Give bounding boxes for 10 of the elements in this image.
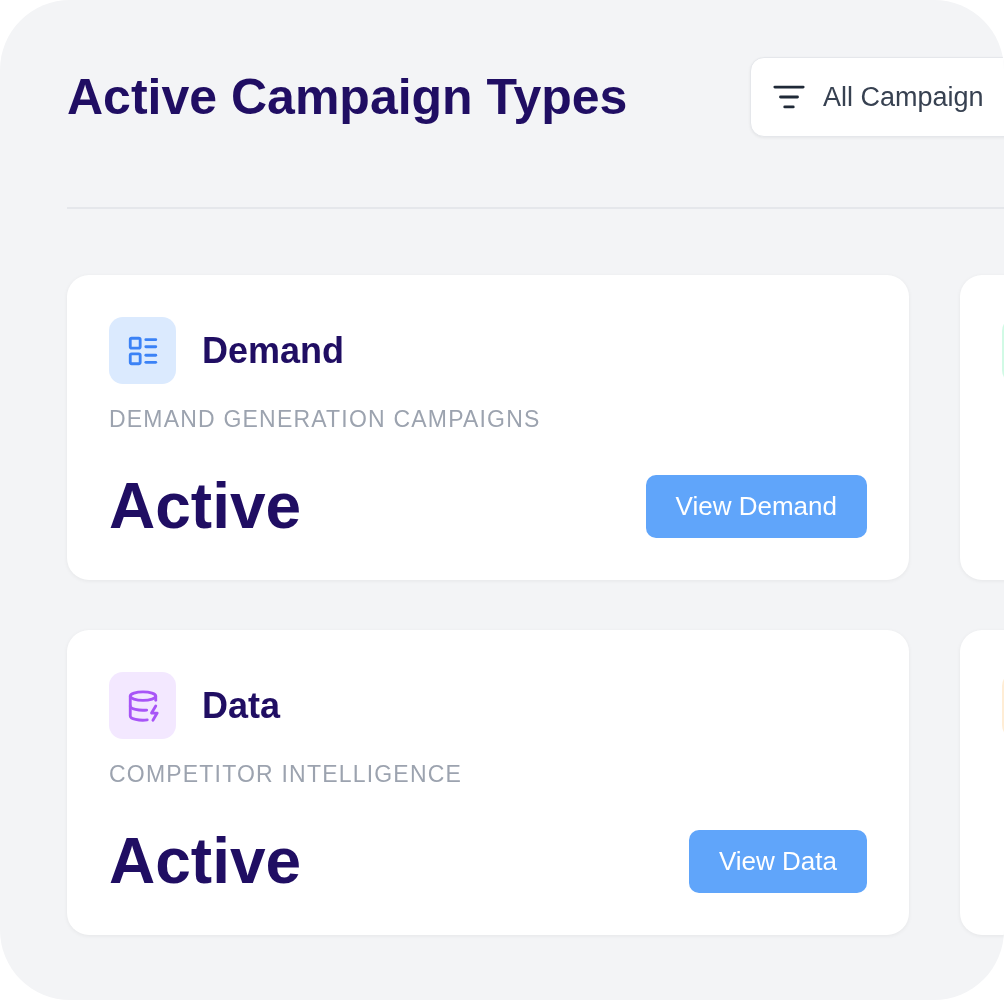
- card-title: Demand: [202, 329, 345, 372]
- card-subtitle: DEMAND GENERATION CAMPAIGNS: [109, 405, 542, 433]
- filter-button[interactable]: All Campaign: [750, 57, 1004, 137]
- status-text: Active: [109, 826, 302, 896]
- status-text: Active: [109, 471, 302, 541]
- card-title: Data: [202, 684, 281, 727]
- card-subtitle: COMPETITOR INTELLIGENCE: [109, 760, 464, 788]
- view-button[interactable]: View Demand: [645, 474, 867, 538]
- view-button[interactable]: View Data: [688, 829, 867, 893]
- page-title: Active Campaign Types: [67, 68, 629, 126]
